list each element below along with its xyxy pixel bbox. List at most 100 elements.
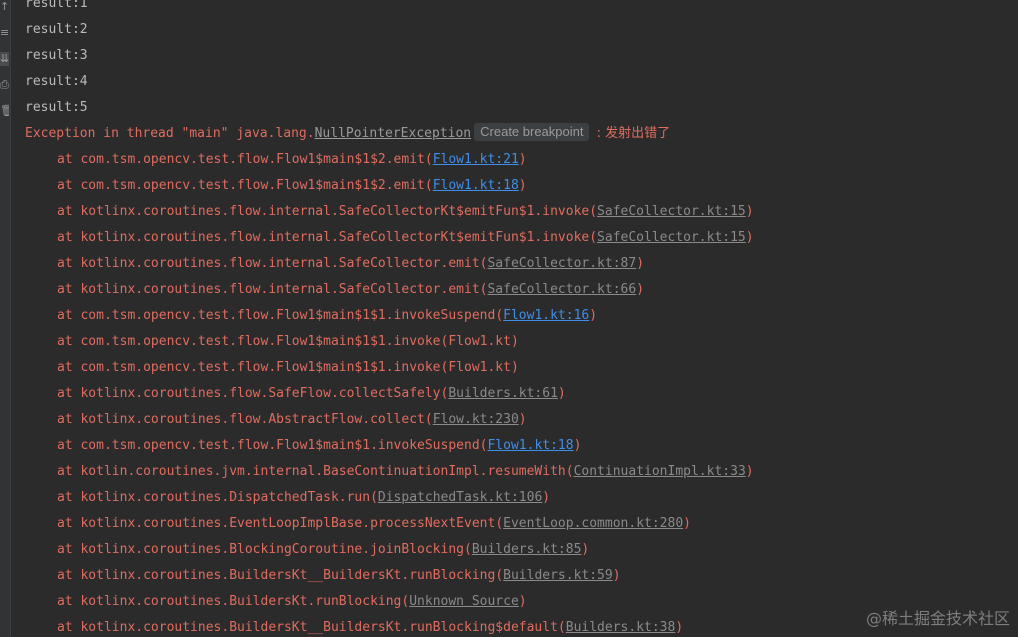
library-source-link[interactable]: SafeCollector.kt:15 (597, 230, 746, 245)
frame-paren-close: ) (518, 152, 527, 167)
frame-paren-close: ) (518, 178, 527, 193)
library-source-link[interactable]: ContinuationImpl.kt:33 (574, 464, 746, 479)
stack-frame-line: at com.tsm.opencv.test.flow.Flow1$main$1… (25, 173, 1018, 199)
exception-message: : 发射出错了 (592, 126, 671, 141)
library-source-link[interactable]: SafeCollector.kt:66 (487, 282, 636, 297)
frame-method: com.tsm.opencv.test.flow.Flow1$main$1$1.… (80, 334, 441, 349)
stack-frame-line: at kotlin.coroutines.jvm.internal.BaseCo… (25, 459, 1018, 485)
frame-at-keyword: at (57, 204, 81, 219)
frame-method: kotlinx.coroutines.flow.internal.SafeCol… (80, 204, 590, 219)
library-source-link[interactable]: Flow.kt:230 (433, 412, 519, 427)
frame-paren-close: ) (636, 256, 645, 271)
frame-paren-close: ) (518, 412, 527, 427)
library-source-link[interactable]: DispatchedTask.kt:106 (378, 490, 542, 505)
frame-at-keyword: at (57, 178, 81, 193)
frame-at-keyword: at (57, 386, 81, 401)
console-line-result: result:1 (25, 0, 88, 11)
console-line-result: result:3 (25, 48, 88, 63)
frame-method: kotlinx.coroutines.BuildersKt__BuildersK… (80, 620, 558, 635)
frame-paren-open: ( (495, 568, 504, 583)
source-link[interactable]: Flow1.kt:18 (433, 178, 519, 193)
watermark: @稀土掘金技术社区 (865, 609, 1010, 628)
frame-paren-close: ) (557, 386, 566, 401)
frame-at-keyword: at (57, 152, 81, 167)
frame-paren-close: ) (542, 490, 551, 505)
frame-at-keyword: at (57, 256, 81, 271)
console-line-result: result:2 (25, 22, 88, 37)
stack-frame-line: at kotlinx.coroutines.flow.internal.Safe… (25, 199, 1018, 225)
frame-paren-close: ) (745, 204, 754, 219)
library-source-link[interactable]: Builders.kt:85 (472, 542, 582, 557)
stack-frame-line: at com.tsm.opencv.test.flow.Flow1$main$1… (25, 147, 1018, 173)
frame-method: kotlinx.coroutines.EventLoopImplBase.pro… (80, 516, 496, 531)
frame-at-keyword: at (57, 464, 81, 479)
stack-frame-line: at kotlinx.coroutines.DispatchedTask.run… (25, 485, 1018, 511)
frame-method: kotlinx.coroutines.flow.internal.SafeCol… (80, 256, 480, 271)
console-line-result: result:5 (25, 100, 88, 115)
frame-at-keyword: at (57, 568, 81, 583)
stack-frame-line: at com.tsm.opencv.test.flow.Flow1$main$1… (25, 355, 1018, 381)
frame-paren-close: ) (683, 516, 691, 531)
frame-paren-open: ( (424, 178, 433, 193)
frame-at-keyword: at (57, 334, 81, 349)
frame-at-keyword: at (57, 282, 81, 297)
frame-method: kotlinx.coroutines.flow.internal.SafeCol… (80, 230, 590, 245)
frame-paren-close: ) (518, 594, 527, 609)
frame-at-keyword: at (57, 542, 81, 557)
scroll-end-icon[interactable]: ⇊ (0, 52, 9, 66)
exception-prefix: Exception in thread "main" java.lang. (25, 126, 315, 141)
run-console: ↑ ≡ ⇊ ⎙ 🗑 result:1 result:2 result:3 result:4 re… (0, 0, 1018, 637)
library-source-link[interactable]: SafeCollector.kt:87 (487, 256, 636, 271)
stack-frame-line: at kotlinx.coroutines.flow.SafeFlow.coll… (25, 381, 1018, 407)
trash-icon[interactable]: 🗑 (0, 104, 9, 118)
source-link[interactable]: Flow1.kt:16 (503, 308, 589, 323)
frame-at-keyword: at (57, 230, 81, 245)
frame-paren-close: ) (636, 282, 645, 297)
console-toolbar-gutter: ↑ ≡ ⇊ ⎙ 🗑 (0, 0, 11, 637)
library-source-link[interactable]: Builders.kt:38 (566, 620, 676, 635)
stack-frame-line: at kotlinx.coroutines.flow.AbstractFlow.… (25, 407, 1018, 433)
frame-at-keyword: at (57, 516, 81, 531)
frame-at-keyword: at (57, 594, 81, 609)
frame-paren-close: ) (612, 568, 621, 583)
frame-paren-open: ( (370, 490, 378, 505)
wrap-icon[interactable]: ≡ (0, 26, 9, 40)
stack-frame-line: at kotlinx.coroutines.EventLoopImplBase.… (25, 511, 1018, 537)
frame-source: Flow1.kt (448, 334, 511, 349)
frame-paren-close: ) (510, 360, 519, 375)
frame-paren-close: ) (745, 464, 754, 479)
stack-frame-line: at com.tsm.opencv.test.flow.Flow1$main$1… (25, 329, 1018, 355)
library-source-link[interactable]: Builders.kt:59 (503, 568, 613, 583)
frame-method: kotlinx.coroutines.flow.AbstractFlow.col… (80, 412, 425, 427)
stack-frame-line: at kotlinx.coroutines.BlockingCoroutine.… (25, 537, 1018, 563)
frame-at-keyword: at (57, 438, 81, 453)
frame-paren-open: ( (495, 308, 504, 323)
frame-paren-close: ) (510, 334, 519, 349)
frame-at-keyword: at (57, 620, 81, 635)
exception-class-link[interactable]: NullPointerException (315, 126, 472, 141)
create-breakpoint-button[interactable]: Create breakpoint (474, 123, 590, 141)
library-source-link[interactable]: Builders.kt:61 (448, 386, 558, 401)
frame-method: kotlinx.coroutines.DispatchedTask.run (80, 490, 371, 505)
frame-source: Flow1.kt (448, 360, 511, 375)
library-source-link[interactable]: EventLoop.common.kt:280 (503, 516, 683, 531)
console-output[interactable]: result:1 result:2 result:3 result:4 result:5… (25, 0, 1018, 637)
print-icon[interactable]: ⎙ (0, 78, 9, 92)
stack-frame-line: at kotlinx.coroutines.flow.internal.Safe… (25, 225, 1018, 251)
frame-at-keyword: at (57, 360, 81, 375)
frame-method: kotlin.coroutines.jvm.internal.BaseConti… (80, 464, 566, 479)
stack-frame-line: at kotlinx.coroutines.BuildersKt__Builde… (25, 563, 1018, 589)
frame-paren-open: ( (424, 152, 433, 167)
source-link[interactable]: Flow1.kt:18 (487, 438, 573, 453)
source-link[interactable]: Flow1.kt:21 (433, 152, 519, 167)
frame-paren-open: ( (565, 464, 574, 479)
library-source-link[interactable]: Unknown Source (409, 594, 519, 609)
stack-frame-line: at kotlinx.coroutines.flow.internal.Safe… (25, 277, 1018, 303)
library-source-link[interactable]: SafeCollector.kt:15 (597, 204, 746, 219)
frame-method: kotlinx.coroutines.BuildersKt.runBlockin… (80, 594, 402, 609)
arrow-up-icon[interactable]: ↑ (0, 0, 9, 14)
frame-method: com.tsm.opencv.test.flow.Flow1$main$1$2.… (80, 178, 425, 193)
frame-at-keyword: at (57, 490, 81, 505)
frame-method: com.tsm.opencv.test.flow.Flow1$main$1.in… (80, 438, 480, 453)
frame-at-keyword: at (57, 308, 81, 323)
